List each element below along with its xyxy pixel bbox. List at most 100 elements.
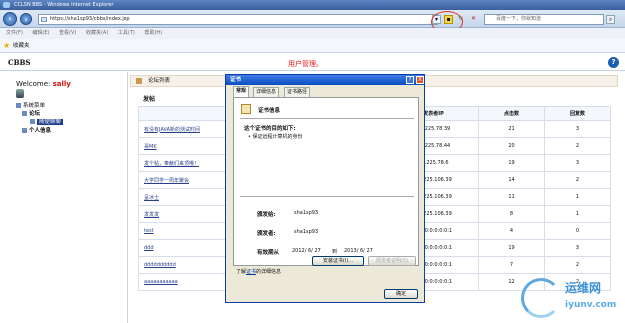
reply-count: 1: [544, 188, 611, 206]
click-count: 4: [478, 222, 545, 240]
watermark-bottom: iyunv.com: [565, 300, 617, 310]
page-icon: [41, 17, 47, 22]
learn-more-prefix: 了解: [236, 269, 247, 275]
watermark-top: 运维网: [565, 281, 602, 295]
issuer-statement-button[interactable]: 颁发者说明(S): [368, 256, 416, 266]
favorites-button[interactable]: 收藏夹: [13, 43, 30, 49]
tab-details[interactable]: 详细信息: [253, 87, 280, 97]
validity-label: 有效期从: [257, 250, 280, 256]
folder-icon: [22, 111, 27, 116]
click-count: 7: [478, 256, 545, 274]
ok-button[interactable]: 确定: [384, 289, 418, 299]
menu-view[interactable]: 查看(V): [59, 30, 76, 36]
reply-count: 0: [544, 222, 611, 240]
stop-icon[interactable]: ✕: [469, 15, 478, 24]
click-count: 19: [478, 154, 545, 172]
click-count: 14: [478, 171, 545, 189]
tree-item-forum[interactable]: 论坛: [22, 110, 40, 118]
tree-label-forum: 论坛: [29, 111, 41, 117]
reply-count: 3: [544, 239, 611, 257]
sidebar: Welcome: sally 系统菜单 论坛 随便聊聊 个人信息: [0, 72, 128, 323]
username: sally: [52, 80, 71, 88]
install-certificate-button[interactable]: 安装证书(I)...: [312, 256, 364, 266]
page-icon: [30, 119, 35, 124]
menu-favorites[interactable]: 收藏夹(A): [86, 30, 108, 36]
dialog-title: 证书: [226, 75, 424, 85]
cert-info-title: 证书信息: [258, 108, 281, 114]
validity-to-word: 到: [332, 249, 338, 255]
menu-edit[interactable]: 编辑(E): [32, 30, 49, 36]
reply-count: 1: [544, 205, 611, 223]
purpose-heading: 这个证书的目的如下:: [244, 126, 296, 132]
tree-root[interactable]: 系统菜单: [16, 102, 45, 110]
learn-more-link[interactable]: 证书: [246, 269, 256, 275]
address-url: https://sha1sp93/cbbs/index.jsp: [50, 16, 130, 22]
tree-label-chat: 随便聊聊: [37, 119, 64, 125]
certificate-icon: [241, 104, 251, 114]
window-title-bar: CCLSN BBS - Windows Internet Explorer: [0, 0, 625, 10]
tab-cert-path[interactable]: 证书路径: [284, 87, 311, 97]
tree-label-system: 系统菜单: [23, 103, 46, 109]
reply-count: 2: [544, 137, 611, 155]
welcome-label: Welcome:: [16, 80, 53, 88]
back-icon[interactable]: ‹: [3, 12, 17, 26]
forward-icon[interactable]: ›: [20, 13, 32, 25]
address-toolbar: ‹ › https://sha1sp93/cbbs/index.jsp ▾ ▪ …: [0, 10, 625, 33]
new-post-link[interactable]: 发帖: [143, 94, 155, 103]
click-count: 8: [478, 205, 545, 223]
page-icon: [22, 128, 27, 133]
reply-count: 2: [544, 256, 611, 274]
certificate-panel: 证书信息 这个证书的目的如下: • 保证远程计算机的身份 颁发给: sha1sp…: [233, 97, 419, 266]
click-count: 21: [478, 120, 545, 138]
validity-from: 2012/ 6/ 27: [292, 248, 321, 254]
menu-tools[interactable]: 工具(T): [118, 30, 135, 36]
watermark-logo: 运维网 iyunv.com: [521, 272, 621, 322]
issued-by-value: sha1sp93: [294, 229, 319, 235]
learn-more-suffix: 的详细信息: [256, 269, 282, 275]
help-icon[interactable]: ?: [608, 57, 619, 68]
divider: [240, 196, 414, 197]
divider: [240, 118, 414, 119]
tree-item-profile[interactable]: 个人信息: [22, 127, 51, 135]
issued-by-label: 颁发者:: [257, 231, 276, 237]
purpose-item: • 保证远程计算机的身份: [248, 134, 303, 140]
tree-label-profile: 个人信息: [29, 128, 52, 134]
forum-list-title: 论坛列表: [148, 78, 171, 84]
dialog-help-icon[interactable]: ?: [406, 76, 414, 84]
window-title: CCLSN BBS - Windows Internet Explorer: [14, 2, 114, 8]
col-clicks: 点击数: [478, 106, 545, 121]
favorites-bar: ★ 收藏夹: [0, 39, 625, 53]
click-count: 19: [478, 239, 545, 257]
close-icon[interactable]: X: [416, 76, 424, 84]
menu-help[interactable]: 帮助(H): [144, 30, 162, 36]
reply-count: 3: [544, 154, 611, 172]
tree-item-chat[interactable]: 随便聊聊: [30, 118, 64, 126]
page-title: CBBS: [8, 58, 31, 67]
user-management-link[interactable]: 用户管理。: [288, 59, 323, 69]
folder-icon: [16, 103, 21, 108]
issued-to-value: sha1sp93: [294, 210, 319, 216]
search-input[interactable]: 百度一下，你就知道: [484, 14, 604, 25]
logo-swirl-icon: [521, 278, 561, 318]
welcome-text: Welcome: sally: [16, 80, 71, 88]
reply-count: 2: [544, 171, 611, 189]
issued-to-label: 颁发给:: [257, 212, 276, 218]
menu-file[interactable]: 文件(F): [6, 30, 23, 36]
click-count: 11: [478, 188, 545, 206]
address-input[interactable]: https://sha1sp93/cbbs/index.jsp: [38, 14, 438, 25]
reply-count: 3: [544, 120, 611, 138]
user-icon: [16, 89, 24, 98]
certificate-dialog: 证书 ? X 常规 详细信息 证书路径 证书信息 这个证书的目的如下: • 保证…: [225, 74, 425, 303]
page-header: CBBS 用户管理。 ?: [0, 55, 625, 71]
search-placeholder: 百度一下，你就知道: [496, 16, 542, 22]
ie-icon: [3, 2, 10, 8]
col-replies: 回复数: [544, 106, 611, 121]
star-icon: ★: [3, 41, 11, 50]
tab-general[interactable]: 常规: [233, 86, 250, 97]
menu-bar: 文件(F) 编辑(E) 查看(V) 收藏夹(A) 工具(T) 帮助(H): [0, 28, 625, 39]
click-count: 20: [478, 137, 545, 155]
search-icon[interactable]: ⌕: [606, 15, 615, 24]
list-icon: [136, 78, 142, 84]
learn-more-text: 了解证书的详细信息: [236, 268, 281, 275]
validity-to: 2013/ 6/ 27: [344, 248, 373, 254]
